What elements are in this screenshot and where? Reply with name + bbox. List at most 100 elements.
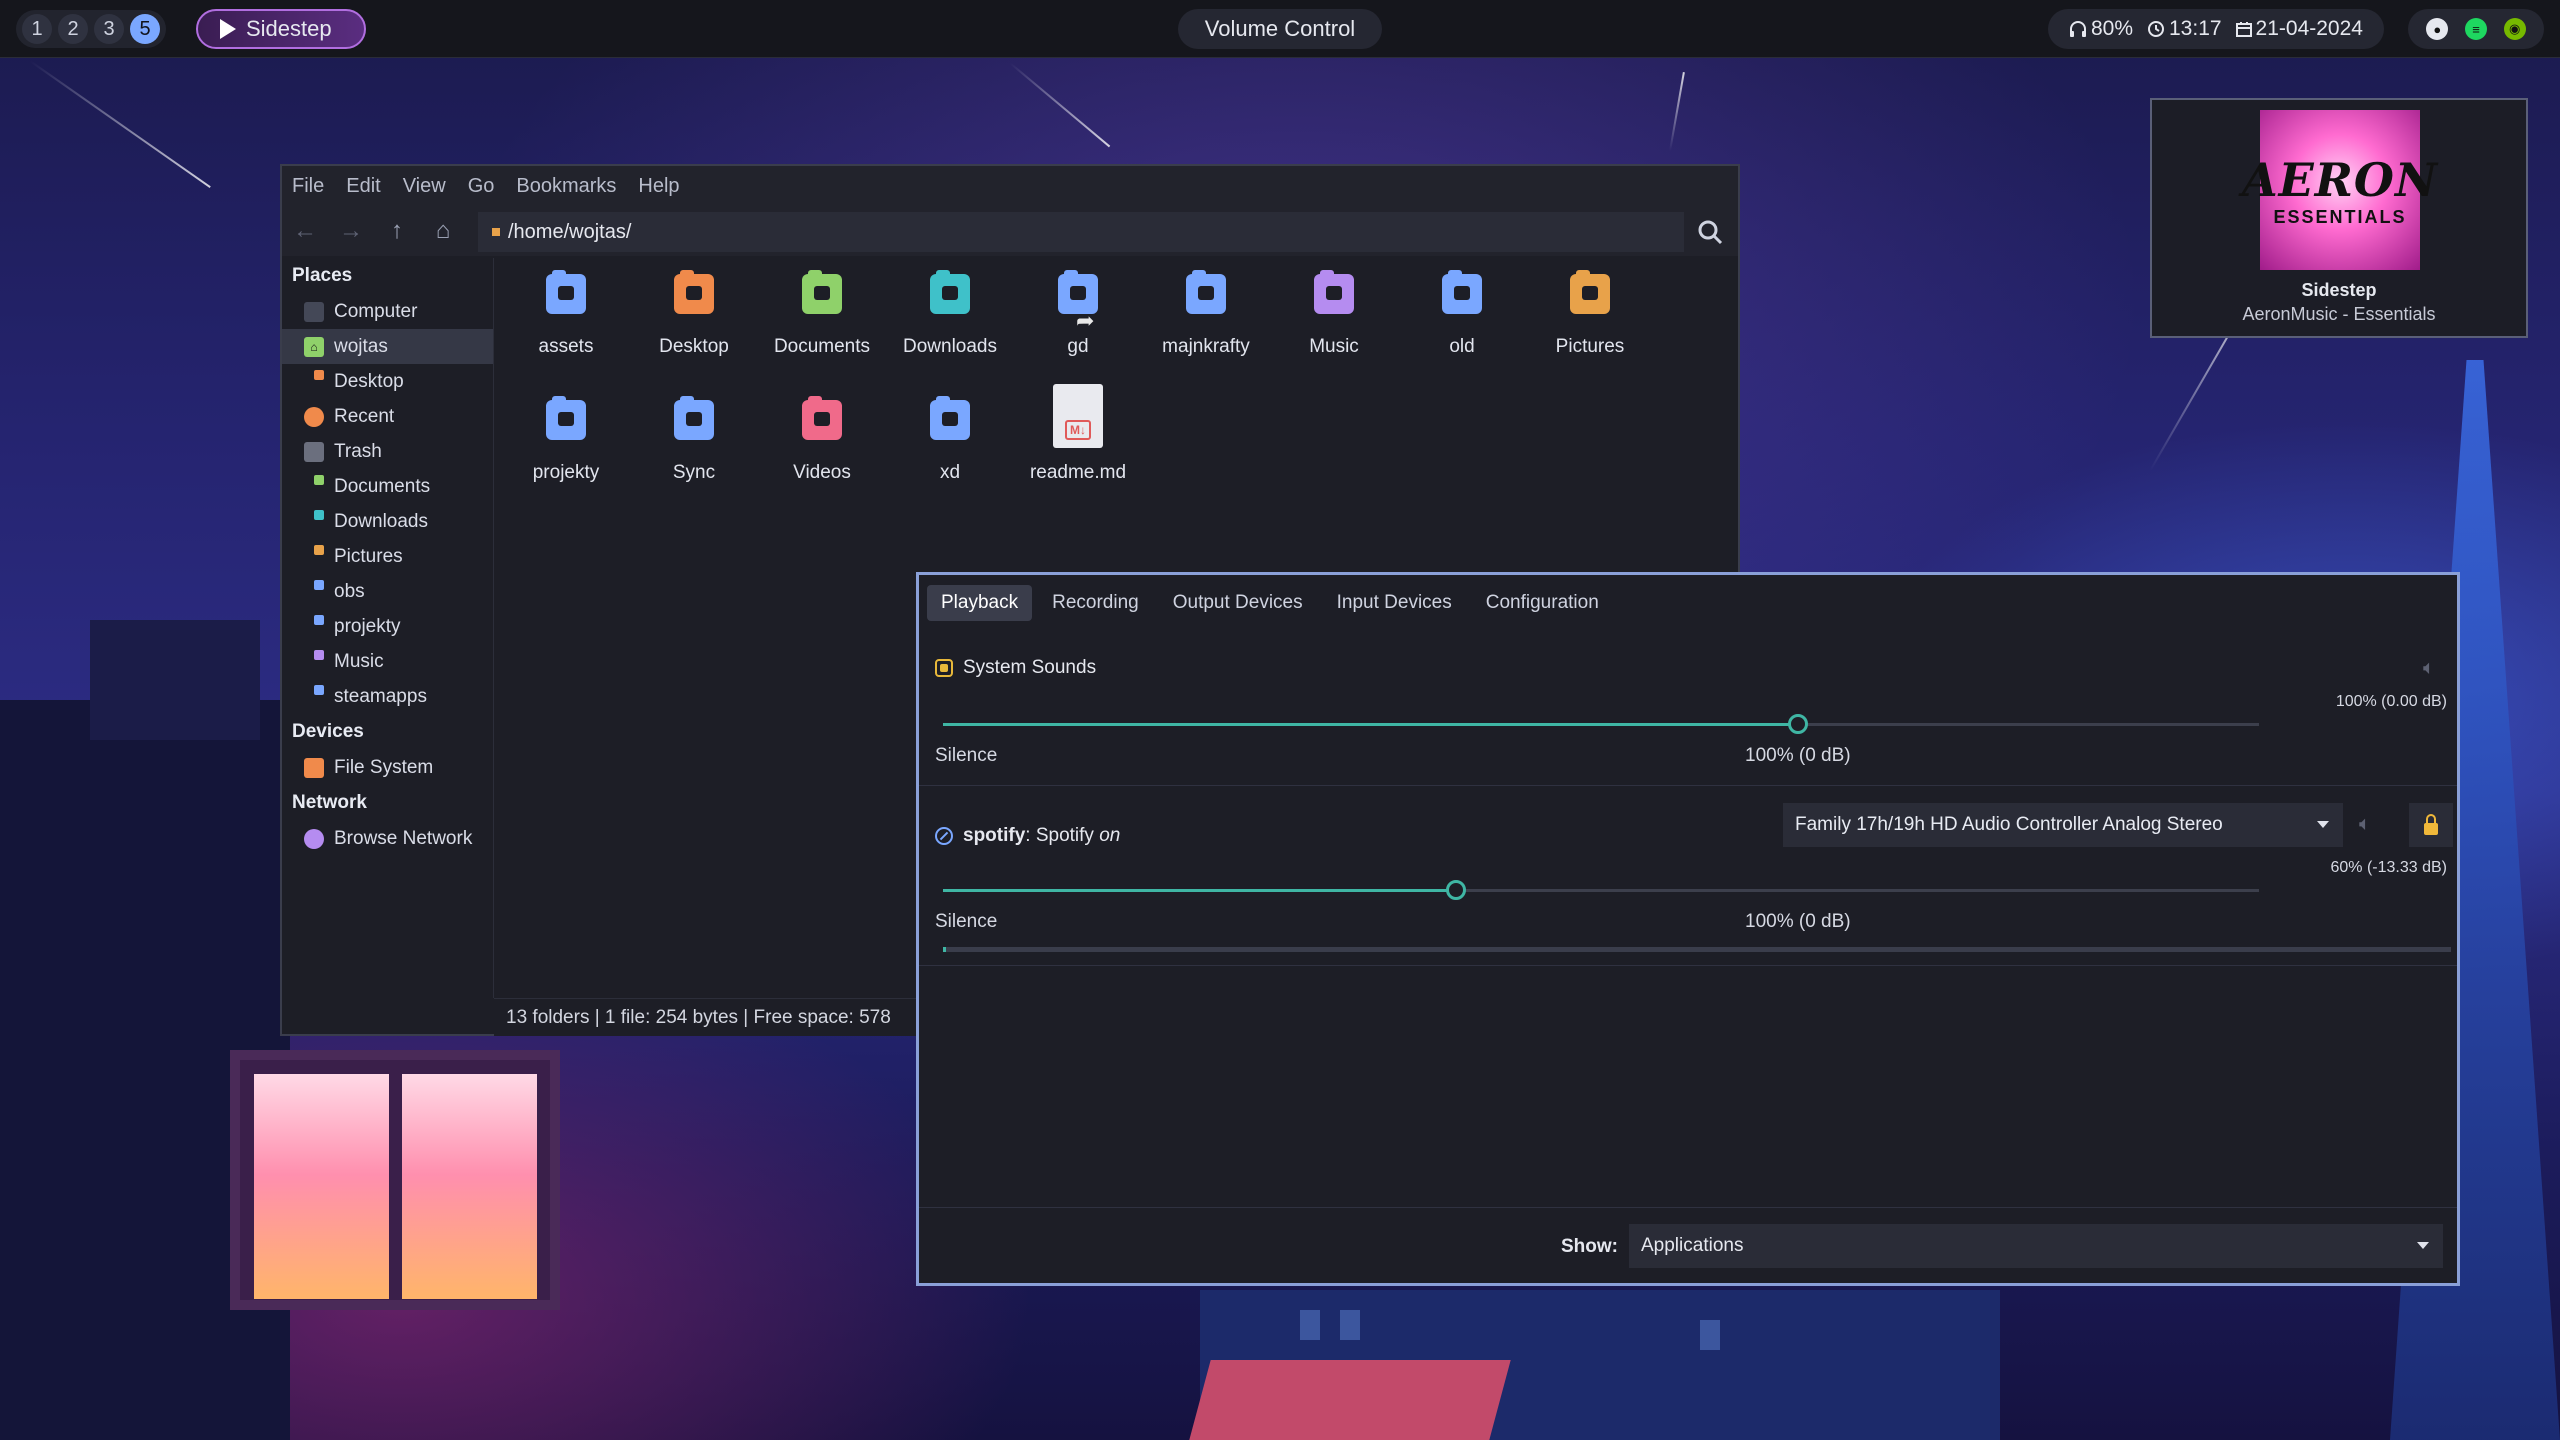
sidebar-item-pictures[interactable]: Pictures — [282, 539, 493, 574]
tab-playback[interactable]: Playback — [927, 585, 1033, 621]
mute-speaker-icon[interactable]: 🔈︎ — [2359, 813, 2371, 836]
bottom-bar: Show: Applications — [919, 1207, 2457, 1283]
file-label: Downloads — [903, 336, 997, 357]
clock-time: 13:17 — [2169, 17, 2222, 40]
clock: 13:17 — [2147, 17, 2222, 41]
file-item-gd[interactable]: ➦ gd — [1018, 266, 1138, 386]
workspace-2[interactable]: 2 — [58, 14, 88, 44]
menu-view[interactable]: View — [403, 175, 446, 198]
workspace-1[interactable]: 1 — [22, 14, 52, 44]
file-item-readme[interactable]: M↓ readme.md — [1018, 384, 1138, 504]
volume-slider[interactable] — [943, 714, 2259, 734]
output-device-select[interactable]: Family 17h/19h HD Audio Controller Analo… — [1783, 803, 2343, 847]
chevron-down-icon — [2317, 821, 2329, 828]
volume-slider[interactable] — [943, 880, 2259, 900]
sidebar-item-documents[interactable]: Documents — [282, 469, 493, 504]
sidebar-item-label: obs — [334, 580, 365, 602]
sidebar-item-steamapps[interactable]: steamapps — [282, 679, 493, 714]
file-item-projekty[interactable]: projekty — [506, 392, 626, 512]
places-sidebar: Places Computer ⌂ wojtas Desktop Recent T… — [282, 258, 494, 998]
application-icon — [935, 827, 953, 845]
nvidia-icon[interactable]: ◉ — [2503, 18, 2526, 40]
forward-arrow-icon[interactable]: → — [328, 211, 374, 251]
sidebar-item-trash[interactable]: Trash — [282, 434, 493, 469]
show-filter-value: Applications — [1641, 1235, 1744, 1256]
file-label: Sync — [672, 462, 716, 483]
file-label: projekty — [532, 462, 600, 483]
sidebar-item-obs[interactable]: obs — [282, 574, 493, 609]
sidebar-item-computer[interactable]: Computer — [282, 294, 493, 329]
active-window-title: Volume Control — [1178, 9, 1382, 49]
top-bar: 1 2 3 5 Sidestep Volume Control 80% 13:1… — [0, 0, 2560, 58]
file-item-assets[interactable]: assets — [506, 266, 626, 386]
search-button[interactable] — [1688, 212, 1732, 252]
lock-channels-button[interactable] — [2409, 803, 2453, 847]
menu-edit[interactable]: Edit — [346, 175, 380, 198]
sidebar-item-wojtas[interactable]: ⌂ wojtas — [282, 329, 493, 364]
file-item-majnkrafty[interactable]: majnkrafty — [1146, 266, 1266, 386]
file-item-documents[interactable]: Documents — [762, 266, 882, 386]
menu-help[interactable]: Help — [638, 175, 679, 198]
silence-label: Silence — [935, 911, 998, 932]
folder-icon — [1186, 270, 1226, 314]
tab-output-devices[interactable]: Output Devices — [1159, 585, 1317, 621]
tab-configuration[interactable]: Configuration — [1472, 585, 1613, 621]
sidebar-item-desktop[interactable]: Desktop — [282, 364, 493, 399]
sidebar-item-recent[interactable]: Recent — [282, 399, 493, 434]
spotify-icon[interactable]: ≡ — [2464, 18, 2487, 40]
file-item-videos[interactable]: Videos — [762, 392, 882, 512]
sidebar-item-label: Downloads — [334, 510, 428, 532]
stream-header: spotify: Spotify on — [935, 825, 1120, 847]
location-bar[interactable]: /home/wojtas/ — [478, 212, 1684, 252]
location-path: /home/wojtas/ — [508, 220, 632, 243]
status-widget: 80% 13:17 21-04-2024 — [2048, 9, 2384, 49]
sidebar-item-file-system[interactable]: File System — [282, 750, 493, 785]
media-notification[interactable]: AERON ESSENTIALS Sidestep AeronMusic - E… — [2150, 98, 2528, 338]
volume-slider-handle[interactable] — [1446, 880, 1467, 900]
file-item-music[interactable]: Music — [1274, 266, 1394, 386]
workspace-3[interactable]: 3 — [94, 14, 124, 44]
calendar-icon — [2235, 22, 2252, 37]
stream-header: System Sounds — [935, 657, 1096, 679]
tab-recording[interactable]: Recording — [1038, 585, 1153, 621]
sidebar-item-projekty[interactable]: projekty — [282, 609, 493, 644]
now-playing-widget[interactable]: Sidestep — [196, 9, 366, 49]
reference-label: 100% (0 dB) — [1745, 911, 1851, 932]
volume-slider-handle[interactable] — [1788, 714, 1809, 734]
volume-value: 80% — [2090, 17, 2134, 40]
volume-slider-fill — [943, 723, 1799, 726]
folder-icon — [314, 580, 324, 590]
file-label: gd — [1067, 336, 1089, 357]
folder-icon — [930, 396, 970, 440]
videos-folder-icon — [802, 396, 842, 440]
discord-icon[interactable]: ● — [2426, 18, 2449, 40]
file-label: Videos — [793, 462, 851, 483]
show-filter-select[interactable]: Applications — [1629, 1224, 2443, 1268]
file-item-sync[interactable]: Sync — [634, 392, 754, 512]
file-item-desktop[interactable]: Desktop — [634, 266, 754, 386]
sidebar-item-label: wojtas — [334, 335, 388, 357]
file-item-xd[interactable]: xd — [890, 392, 1010, 512]
music-folder-icon — [314, 650, 324, 660]
menu-go[interactable]: Go — [468, 175, 495, 198]
folder-icon — [674, 396, 714, 440]
folder-icon — [314, 685, 324, 695]
notification-title: Sidestep — [2301, 280, 2377, 300]
back-arrow-icon[interactable]: ← — [282, 211, 328, 251]
menu-bookmarks[interactable]: Bookmarks — [516, 175, 616, 198]
up-arrow-icon[interactable]: ↑ — [374, 211, 420, 251]
file-item-old[interactable]: old — [1402, 266, 1522, 386]
file-item-downloads[interactable]: Downloads — [890, 266, 1010, 386]
mute-speaker-icon[interactable]: 🔈︎ — [2423, 657, 2435, 680]
home-folder-icon: ⌂ — [304, 336, 324, 357]
menu-file[interactable]: File — [292, 175, 324, 198]
volume-status[interactable]: 80% — [2069, 17, 2133, 41]
file-item-pictures[interactable]: Pictures — [1530, 266, 1650, 386]
sidebar-item-music[interactable]: Music — [282, 644, 493, 679]
sidebar-item-downloads[interactable]: Downloads — [282, 504, 493, 539]
headphones-icon — [2069, 21, 2086, 37]
workspace-5[interactable]: 5 — [130, 14, 160, 44]
tab-input-devices[interactable]: Input Devices — [1323, 585, 1466, 621]
home-icon[interactable]: ⌂ — [420, 211, 466, 251]
sidebar-item-browse-network[interactable]: Browse Network — [282, 821, 493, 856]
